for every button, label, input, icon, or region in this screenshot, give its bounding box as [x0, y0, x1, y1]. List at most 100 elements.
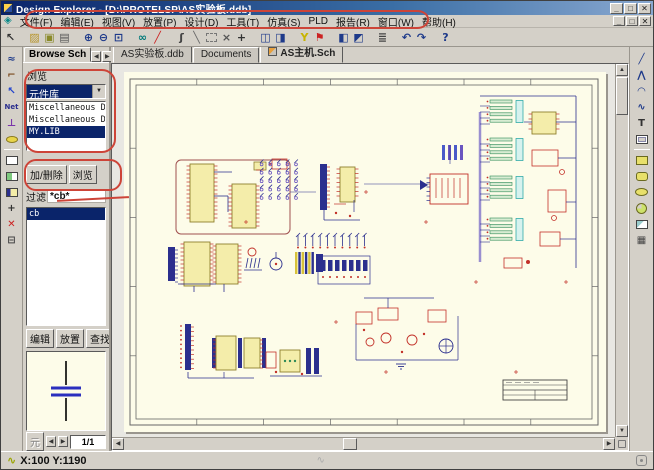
probe-icon[interactable]: Y: [297, 30, 312, 45]
graphic-tool-icon[interactable]: [633, 216, 650, 232]
save-icon[interactable]: ▣: [42, 30, 57, 45]
wrench-icon[interactable]: ʃ: [174, 30, 189, 45]
undo-icon[interactable]: ↶: [399, 30, 414, 45]
library-listbox[interactable]: Miscellaneous De Miscellaneous De MY.LIB: [26, 101, 106, 151]
bus-entry-tool-icon[interactable]: ⌐: [3, 67, 20, 83]
polyline-tool-icon[interactable]: ⋀: [633, 67, 650, 83]
library-item[interactable]: Miscellaneous De: [27, 102, 105, 114]
arc-tool-icon[interactable]: ◠: [633, 83, 650, 99]
library-book-2-icon[interactable]: ◩: [351, 30, 366, 45]
menu-pld[interactable]: PLD: [305, 16, 332, 27]
annotate-parts-icon[interactable]: ≣: [375, 30, 390, 45]
selection-box-icon[interactable]: [204, 30, 219, 45]
toolbar-group: ◧◩: [336, 30, 366, 45]
menu-view[interactable]: 视图(V): [98, 14, 139, 29]
browse-library-down-icon[interactable]: ◨: [273, 30, 288, 45]
round-rectangle-tool-icon[interactable]: [633, 168, 650, 184]
sheet-symbol-tool-icon[interactable]: [3, 152, 20, 168]
browse-mode-dropdown[interactable]: 元件库 ▼: [26, 84, 106, 99]
no-erc-tool-icon[interactable]: ✕: [3, 216, 20, 232]
pie-tool-icon[interactable]: [633, 200, 650, 216]
net-label-tool-icon[interactable]: Net: [3, 99, 20, 115]
zoom-out-icon[interactable]: ⊖: [96, 30, 111, 45]
vertical-scrollbar[interactable]: ▲ ▼: [615, 64, 628, 437]
library-item-selected[interactable]: MY.LIB: [27, 126, 105, 138]
browse-library-button[interactable]: 浏览: [69, 165, 97, 184]
menu-tools[interactable]: 工具(T): [222, 14, 263, 29]
part-oval-tool-icon[interactable]: [3, 131, 20, 147]
redo-icon[interactable]: ↷: [414, 30, 429, 45]
bezier-tool-icon[interactable]: ∿: [633, 99, 650, 115]
directive-tool-icon[interactable]: ⊟: [3, 232, 20, 248]
add-remove-library-button[interactable]: 加/删除: [26, 165, 67, 184]
menu-edit[interactable]: 编辑(E): [56, 14, 97, 29]
print-icon[interactable]: ▤: [57, 30, 72, 45]
browse-library-up-icon[interactable]: ◫: [258, 30, 273, 45]
schematic-canvas[interactable]: ▲ ▼ ◀ ▶: [111, 63, 629, 451]
tab-browse-sch[interactable]: Browse Sch: [24, 47, 91, 62]
child-restore-button[interactable]: □: [626, 16, 638, 26]
minimize-button[interactable]: _: [610, 3, 623, 14]
sheet-entry-tool-icon[interactable]: [3, 168, 20, 184]
tab-schematic-active[interactable]: AS主机.Sch: [260, 47, 343, 63]
text-tool-icon[interactable]: T: [633, 115, 650, 131]
menu-simulate[interactable]: 仿真(S): [263, 14, 304, 29]
edit-part-button[interactable]: 编辑: [26, 329, 54, 348]
cursor-tool-icon[interactable]: ↖: [3, 83, 20, 99]
dropdown-arrow-icon[interactable]: ▼: [92, 85, 105, 98]
menu-design[interactable]: 设计(D): [181, 14, 223, 29]
place-part-button[interactable]: 放置: [56, 329, 84, 348]
select-tool-icon[interactable]: ↖: [3, 30, 18, 45]
scroll-down-icon[interactable]: ▼: [616, 425, 628, 437]
scroll-up-icon[interactable]: ▲: [616, 64, 628, 76]
schematic-page[interactable]: [124, 72, 606, 432]
part-item-selected[interactable]: cb: [27, 208, 105, 220]
horizontal-scrollbar[interactable]: ◀ ▶: [112, 437, 615, 450]
hscroll-thumb[interactable]: [343, 438, 357, 450]
array-tool-icon[interactable]: ▦: [633, 232, 650, 248]
help-icon[interactable]: ?: [438, 30, 453, 45]
prev-part-button[interactable]: ◀: [46, 436, 56, 447]
parts-listbox[interactable]: cb: [26, 207, 106, 326]
panel-tab-scroll-left[interactable]: ◀: [91, 51, 101, 62]
vscroll-thumb[interactable]: [616, 77, 628, 115]
edit-slash-icon[interactable]: ╱: [150, 30, 165, 45]
ellipse-tool-icon[interactable]: [633, 184, 650, 200]
menu-reports[interactable]: 报告(R): [332, 14, 374, 29]
frame-tool-icon[interactable]: [633, 131, 650, 147]
scroll-right-icon[interactable]: ▶: [603, 438, 615, 450]
find-binoculars-icon[interactable]: ∞: [135, 30, 150, 45]
junction-tool-icon[interactable]: +: [3, 200, 20, 216]
menu-help[interactable]: 帮助(H): [418, 14, 460, 29]
zoom-document-icon[interactable]: ⊡: [111, 30, 126, 45]
toolbar-group: ⊕⊖⊡: [81, 30, 126, 45]
filter-input[interactable]: *cb*: [47, 190, 106, 203]
scroll-left-icon[interactable]: ◀: [112, 438, 124, 450]
menu-window[interactable]: 窗口(W): [374, 14, 418, 29]
pencil-icon[interactable]: ╲: [189, 30, 204, 45]
library-item[interactable]: Miscellaneous De: [27, 114, 105, 126]
rectangle-tool-icon[interactable]: [633, 152, 650, 168]
design-explorer-window: Design Explorer - [D:\PROTELSP\AS实验板.ddb…: [0, 0, 654, 470]
line-tool-icon[interactable]: ╱: [633, 51, 650, 67]
maximize-button[interactable]: □: [624, 3, 637, 14]
power-port-tool-icon[interactable]: ⊥: [3, 115, 20, 131]
child-close-button[interactable]: ✕: [639, 16, 651, 26]
tab-ddb[interactable]: AS实验板.ddb: [113, 47, 192, 63]
find-part-button[interactable]: 查找: [86, 329, 109, 348]
wire-tool-icon[interactable]: ≈: [3, 51, 20, 67]
tab-documents[interactable]: Documents: [193, 47, 260, 63]
close-button[interactable]: ✕: [638, 3, 651, 14]
cut-cross-icon[interactable]: ×: [219, 30, 234, 45]
child-minimize-button[interactable]: _: [613, 16, 625, 26]
next-part-button[interactable]: ▶: [58, 436, 68, 447]
move-icon[interactable]: +: [234, 30, 249, 45]
part-tool-icon[interactable]: [3, 184, 20, 200]
menu-file[interactable]: 文件(F): [16, 14, 57, 29]
library-book-1-icon[interactable]: ◧: [336, 30, 351, 45]
zoom-in-icon[interactable]: ⊕: [81, 30, 96, 45]
open-document-icon[interactable]: ▨: [27, 30, 42, 45]
part-mode-button[interactable]: 元: [26, 432, 44, 451]
menu-place[interactable]: 放置(P): [139, 14, 180, 29]
flag-icon[interactable]: ⚑: [312, 30, 327, 45]
